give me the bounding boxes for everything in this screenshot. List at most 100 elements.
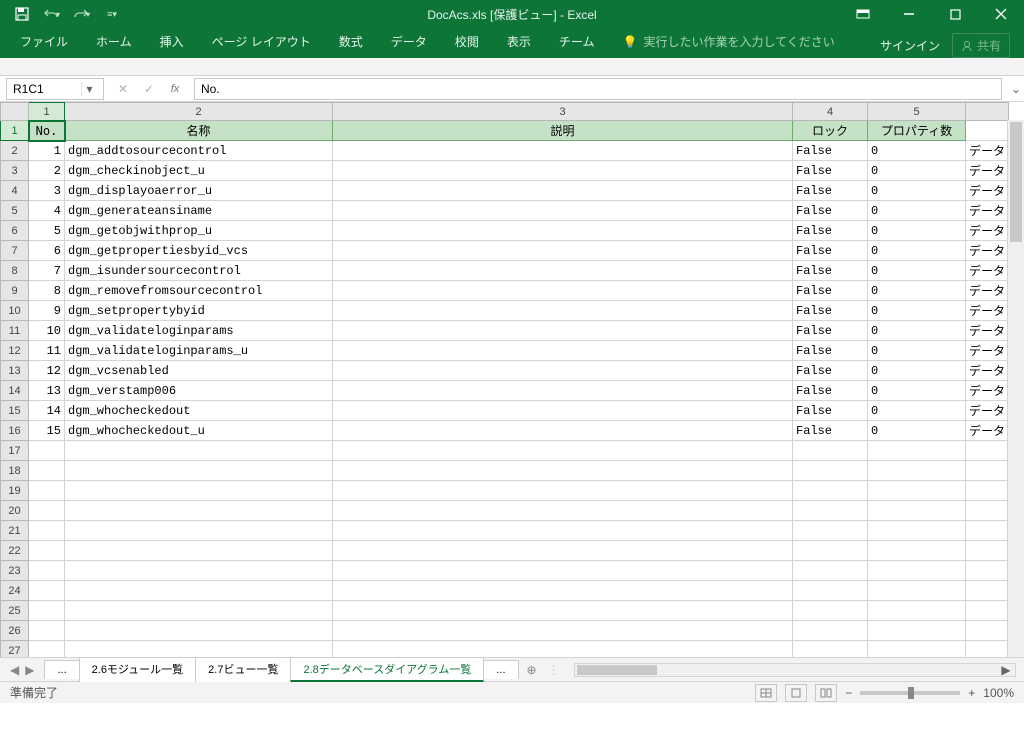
cell[interactable]: データ xyxy=(966,401,1009,421)
sheet-tab-more-right[interactable]: ... xyxy=(483,660,518,679)
signin-link[interactable]: サインイン xyxy=(880,37,940,54)
cell[interactable] xyxy=(868,601,966,621)
cell[interactable] xyxy=(868,621,966,641)
row-header[interactable]: 22 xyxy=(1,541,29,561)
cell[interactable]: 2 xyxy=(29,161,65,181)
cell[interactable] xyxy=(333,481,793,501)
cell[interactable]: dgm_whocheckedout_u xyxy=(65,421,333,441)
col-header[interactable] xyxy=(966,103,1009,121)
name-box-dropdown-icon[interactable]: ▾ xyxy=(81,82,97,96)
cell[interactable] xyxy=(966,561,1009,581)
cell[interactable] xyxy=(65,641,333,658)
view-normal-button[interactable] xyxy=(755,684,777,702)
cell[interactable] xyxy=(868,541,966,561)
cell[interactable] xyxy=(966,601,1009,621)
tab-data[interactable]: データ xyxy=(377,27,441,58)
row-header[interactable]: 15 xyxy=(1,401,29,421)
cell[interactable] xyxy=(333,501,793,521)
cell[interactable]: データ xyxy=(966,421,1009,441)
cell[interactable] xyxy=(65,581,333,601)
cell[interactable] xyxy=(333,161,793,181)
cell[interactable]: 4 xyxy=(29,201,65,221)
formula-bar[interactable]: No. xyxy=(194,78,1002,100)
cell[interactable]: False xyxy=(793,421,868,441)
cell[interactable]: データ xyxy=(966,281,1009,301)
view-pagelayout-button[interactable] xyxy=(785,684,807,702)
cell[interactable] xyxy=(65,521,333,541)
cell[interactable] xyxy=(65,541,333,561)
cell[interactable]: データ xyxy=(966,341,1009,361)
row-header[interactable]: 19 xyxy=(1,481,29,501)
cell[interactable] xyxy=(333,361,793,381)
cell[interactable] xyxy=(333,621,793,641)
cell[interactable] xyxy=(65,481,333,501)
cell[interactable] xyxy=(333,281,793,301)
cell[interactable] xyxy=(793,461,868,481)
cell[interactable] xyxy=(65,441,333,461)
cell[interactable]: ロック xyxy=(793,121,868,141)
cell[interactable]: False xyxy=(793,161,868,181)
cell[interactable]: False xyxy=(793,221,868,241)
enter-formula-button[interactable]: ✓ xyxy=(138,79,160,99)
cell[interactable] xyxy=(333,421,793,441)
cell[interactable] xyxy=(966,501,1009,521)
cell[interactable]: 0 xyxy=(868,241,966,261)
cell[interactable]: 6 xyxy=(29,241,65,261)
cell[interactable]: 8 xyxy=(29,281,65,301)
cell[interactable]: dgm_setpropertybyid xyxy=(65,301,333,321)
cell[interactable]: 15 xyxy=(29,421,65,441)
cell[interactable]: データ xyxy=(966,321,1009,341)
cell[interactable] xyxy=(793,561,868,581)
cell[interactable]: 13 xyxy=(29,381,65,401)
cell[interactable] xyxy=(29,441,65,461)
cell[interactable]: dgm_getpropertiesbyid_vcs xyxy=(65,241,333,261)
cell[interactable] xyxy=(29,501,65,521)
cell[interactable]: False xyxy=(793,141,868,161)
cell[interactable]: 1 xyxy=(29,141,65,161)
cell[interactable]: データ xyxy=(966,301,1009,321)
cell[interactable] xyxy=(868,501,966,521)
sheet-tab[interactable]: 2.8データベースダイアグラム一覧 xyxy=(290,657,484,682)
cell[interactable]: データ xyxy=(966,141,1009,161)
ribbon-options-button[interactable] xyxy=(840,0,886,28)
cell[interactable]: dgm_addtosourcecontrol xyxy=(65,141,333,161)
qat-customize-button[interactable]: ≡▾ xyxy=(98,2,126,26)
cell[interactable]: データ xyxy=(966,181,1009,201)
cell[interactable] xyxy=(793,621,868,641)
cell[interactable] xyxy=(29,561,65,581)
row-header[interactable]: 25 xyxy=(1,601,29,621)
col-header[interactable]: 4 xyxy=(793,103,868,121)
cell[interactable] xyxy=(333,261,793,281)
row-header[interactable]: 24 xyxy=(1,581,29,601)
cell[interactable] xyxy=(966,541,1009,561)
cell[interactable]: 7 xyxy=(29,261,65,281)
maximize-button[interactable] xyxy=(932,0,978,28)
cell[interactable] xyxy=(29,521,65,541)
cell[interactable] xyxy=(793,541,868,561)
tab-file[interactable]: ファイル xyxy=(6,27,82,58)
cell[interactable] xyxy=(966,581,1009,601)
scroll-right-icon[interactable]: ▶ xyxy=(999,665,1013,675)
cell[interactable] xyxy=(868,521,966,541)
tab-review[interactable]: 校閲 xyxy=(441,27,493,58)
zoom-slider[interactable] xyxy=(860,691,960,695)
cell[interactable]: False xyxy=(793,321,868,341)
cell[interactable]: dgm_isundersourcecontrol xyxy=(65,261,333,281)
cell[interactable] xyxy=(793,641,868,658)
cell[interactable] xyxy=(65,461,333,481)
cell[interactable] xyxy=(333,641,793,658)
cell[interactable] xyxy=(966,521,1009,541)
row-header[interactable]: 26 xyxy=(1,621,29,641)
row-header[interactable]: 20 xyxy=(1,501,29,521)
cell[interactable] xyxy=(29,461,65,481)
cell[interactable] xyxy=(29,581,65,601)
tab-nav-next-icon[interactable]: ▶ xyxy=(25,663,34,677)
cell[interactable] xyxy=(333,181,793,201)
cell[interactable] xyxy=(793,481,868,501)
zoom-in-button[interactable]: + xyxy=(968,686,975,700)
cell[interactable] xyxy=(333,141,793,161)
sheet-tab[interactable]: 2.6モジュール一覧 xyxy=(79,657,197,682)
cell[interactable] xyxy=(333,381,793,401)
cell[interactable]: False xyxy=(793,201,868,221)
cell[interactable]: False xyxy=(793,281,868,301)
